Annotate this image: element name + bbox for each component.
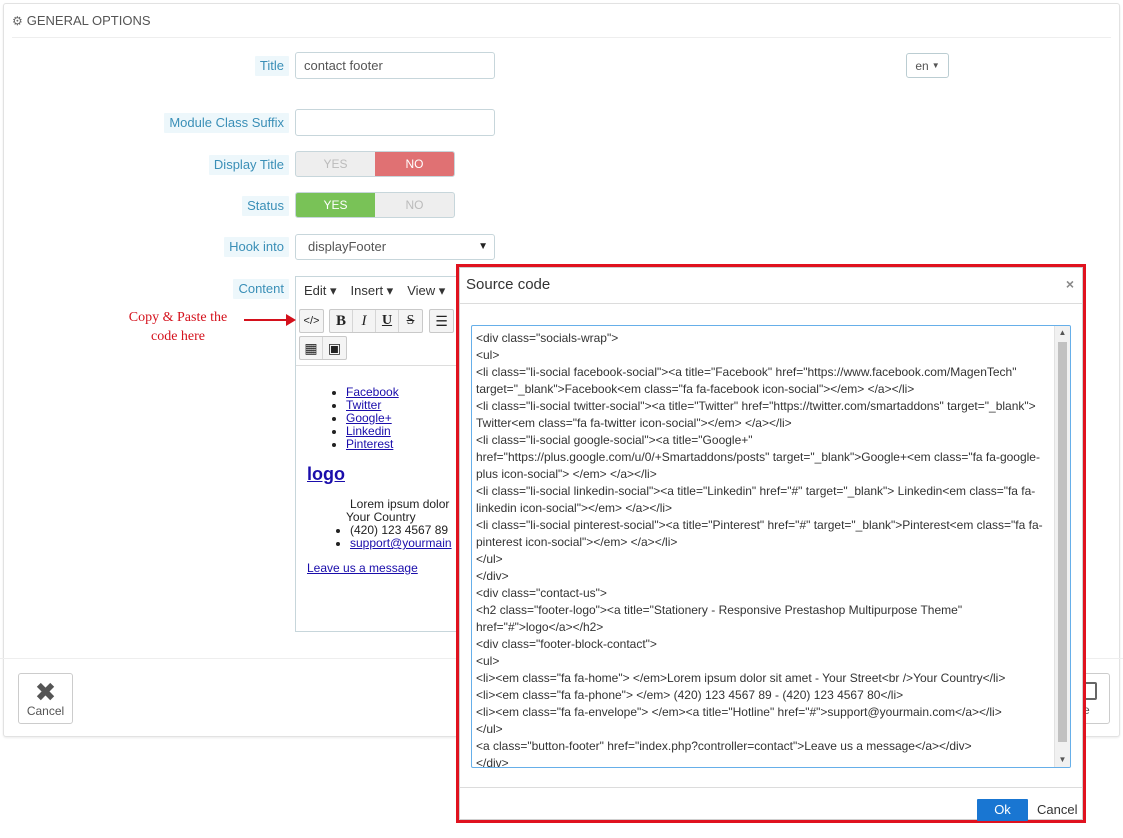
modal-header-divider <box>460 303 1082 304</box>
message-link[interactable]: Leave us a message <box>307 561 418 575</box>
display-title-no[interactable]: NO <box>375 152 454 176</box>
source-code-toolbar: </> <box>299 309 324 333</box>
panel-heading-text: GENERAL OPTIONS <box>26 13 151 28</box>
media-toolbar: ▦ ▣ <box>299 336 347 360</box>
title-input[interactable]: contact footer <box>295 52 495 79</box>
caret-down-icon: ▼ <box>478 241 488 252</box>
display-title-switch[interactable]: YES NO <box>295 151 455 177</box>
status-switch[interactable]: YES NO <box>295 192 455 218</box>
scrollbar-thumb[interactable] <box>1058 342 1067 742</box>
linkedin-link[interactable]: Linkedin <box>346 424 391 438</box>
editor-menubar: Edit ▾ Insert ▾ View ▾ <box>304 283 445 299</box>
editor-content[interactable]: Facebook Twitter Google+ Linkedin Pinter… <box>296 365 459 631</box>
format-toolbar: B I U S <box>329 309 423 333</box>
status-label: Status <box>242 196 289 216</box>
suffix-label: Module Class Suffix <box>164 113 289 133</box>
gears-icon: ⚙ <box>12 13 23 28</box>
annotation-arrow-icon <box>244 314 296 326</box>
menu-view[interactable]: View ▾ <box>407 283 445 299</box>
hook-label: Hook into <box>224 237 289 257</box>
rich-text-editor[interactable]: Edit ▾ Insert ▾ View ▾ </> B I U S ☰ ▦ ▣… <box>295 276 460 632</box>
contact-list: Lorem ipsum dolorYour Country (420) 123 … <box>346 497 452 550</box>
language-dropdown[interactable]: en ▼ <box>906 53 949 78</box>
phone-text: (420) 123 4567 89 <box>350 523 449 537</box>
source-code-text[interactable]: <div class="socials-wrap"> <ul> <li clas… <box>476 330 1048 767</box>
content-label: Content <box>233 279 289 299</box>
modal-title: Source code <box>466 276 551 293</box>
video-icon[interactable]: ▦ <box>300 337 323 359</box>
title-label: Title <box>254 56 289 76</box>
underline-icon[interactable]: U <box>376 310 399 332</box>
facebook-link[interactable]: Facebook <box>346 385 399 399</box>
menu-edit[interactable]: Edit ▾ <box>304 283 337 299</box>
status-yes[interactable]: YES <box>296 193 375 217</box>
list-item: support@yourmain <box>350 537 452 550</box>
email-link[interactable]: support@yourmain <box>350 536 452 550</box>
scroll-down-icon[interactable]: ▼ <box>1055 753 1070 767</box>
logo-link[interactable]: logo <box>307 464 345 485</box>
google-link[interactable]: Google+ <box>346 411 392 425</box>
status-no[interactable]: NO <box>375 193 454 217</box>
strikethrough-icon[interactable]: S <box>399 310 422 332</box>
suffix-input[interactable] <box>295 109 495 136</box>
pinterest-link[interactable]: Pinterest <box>346 437 393 451</box>
menu-insert[interactable]: Insert ▾ <box>351 283 394 299</box>
source-code-icon[interactable]: </> <box>300 310 323 332</box>
social-list: Facebook Twitter Google+ Linkedin Pinter… <box>346 386 399 451</box>
modal-cancel-button[interactable]: Cancel <box>1037 802 1077 817</box>
scroll-up-icon[interactable]: ▲ <box>1055 326 1070 340</box>
list-item: Pinterest <box>346 438 399 451</box>
panel-heading: ⚙ GENERAL OPTIONS <box>12 4 1111 38</box>
caret-down-icon: ▼ <box>931 61 940 70</box>
address-text: Lorem ipsum dolor <box>350 497 450 511</box>
hook-value: displayFooter <box>308 239 387 254</box>
bold-icon[interactable]: B <box>330 310 353 332</box>
list-item: Lorem ipsum dolor Your Country <box>346 497 452 524</box>
country-text: Your Country <box>346 510 416 524</box>
display-title-label: Display Title <box>208 155 289 175</box>
annotation-text: Copy & Paste the code here <box>128 310 228 344</box>
close-icon[interactable]: × <box>1066 276 1074 292</box>
hook-select[interactable]: displayFooter ▼ <box>295 234 495 260</box>
align-left-icon[interactable]: ☰ <box>430 310 453 332</box>
cancel-label: Cancel <box>26 703 65 718</box>
modal-footer-divider <box>460 787 1082 788</box>
language-value: en <box>915 58 929 73</box>
display-title-yes[interactable]: YES <box>296 152 375 176</box>
italic-icon[interactable]: I <box>353 310 376 332</box>
image-icon[interactable]: ▣ <box>323 337 346 359</box>
code-scrollbar[interactable]: ▲ ▼ <box>1054 326 1070 767</box>
cancel-button[interactable]: ✖ Cancel <box>18 673 73 724</box>
twitter-link[interactable]: Twitter <box>346 398 381 412</box>
close-icon: ✖ <box>34 676 57 707</box>
source-code-dialog: Source code × <div class="socials-wrap">… <box>459 267 1083 821</box>
align-toolbar: ☰ <box>429 309 454 333</box>
source-code-textarea[interactable]: <div class="socials-wrap"> <ul> <li clas… <box>471 325 1071 768</box>
ok-button[interactable]: Ok <box>977 799 1028 821</box>
